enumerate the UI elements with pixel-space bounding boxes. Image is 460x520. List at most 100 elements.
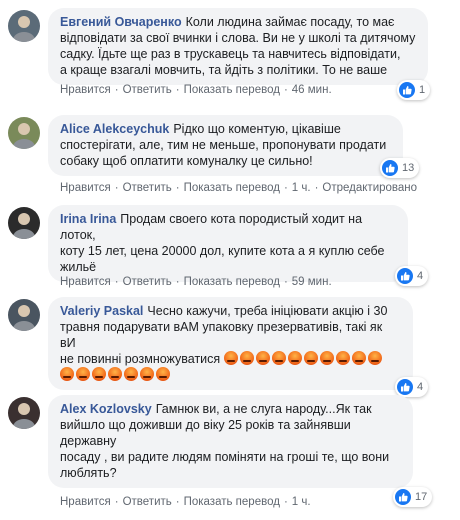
angry-face-emoji (304, 351, 319, 365)
comment-text: садку. Їдьте ще раз в трускавець та навч… (60, 47, 401, 61)
timestamp-link[interactable]: 1 ч. (292, 496, 311, 508)
separator-dot: · (283, 496, 288, 508)
separator-dot: · (114, 276, 119, 288)
angry-face-emoji (272, 351, 287, 365)
comment-text: коту 15 лет, цена 20000 дол, купите кота… (60, 244, 385, 258)
comment-text-line: відповідати за свої вчинки і слова. Ви н… (60, 30, 416, 46)
reaction-count: 1 (419, 84, 426, 96)
comment-text: Гамнюк ви, а не слуга народу...Як так (155, 402, 372, 416)
comment-text: жильё (60, 260, 97, 274)
comment-bubble: Евгений Овчаренко Коли людина займає поса… (48, 8, 428, 85)
angry-face-emoji (368, 351, 383, 365)
reply-link[interactable]: Ответить (123, 276, 172, 288)
reactions-count-badge[interactable]: 4 (395, 377, 429, 397)
comment-text-line: коту 15 лет, цена 20000 дол, купите кота… (60, 243, 396, 259)
separator-dot: · (175, 496, 180, 508)
angry-face-emoji (108, 367, 122, 381)
comment-text: відповідати за свої вчинки і слова. Ви н… (60, 31, 416, 45)
comment-text: спостерігати, але, тим не меньше, пропон… (60, 138, 387, 152)
timestamp-link[interactable]: 59 мин. (292, 276, 332, 288)
angry-face-emoji (76, 367, 90, 381)
comment-text-line: а краще взагалі мовчить, та йдіть з полі… (60, 62, 416, 78)
comment-text: не повинні розмножуватися (60, 352, 221, 366)
comment-text-line: жильё (60, 259, 396, 275)
like-link[interactable]: Нравится (60, 276, 111, 288)
angry-face-emoji (320, 351, 335, 365)
comment-actions: Нравится · Ответить · Показать перевод · 59 ми… (60, 276, 332, 288)
comment-text: собаку щоб оплатити комуналку це сильно! (60, 154, 313, 168)
angry-face-emoji (124, 367, 138, 381)
comment-text-line: собаку щоб оплатити комуналку це сильно! (60, 153, 391, 169)
comment-text-line: Alice Alekceychuk Рідко що коментую, ціка… (60, 121, 391, 137)
reply-link[interactable]: Ответить (123, 496, 172, 508)
angry-face-emoji (240, 351, 255, 365)
separator-dot: · (175, 276, 180, 288)
author-name-link[interactable]: Valeriy Paskal (60, 304, 143, 318)
emoji-group (224, 351, 384, 367)
separator-dot: · (283, 84, 288, 96)
comment-text-line: вийшло що доживши до віку 25 років та за… (60, 417, 401, 449)
avatar[interactable] (8, 299, 40, 331)
like-icon (382, 160, 398, 176)
reply-link[interactable]: Ответить (123, 182, 172, 194)
comment-bubble: Valeriy Paskal Чесно кажучи, треба ініцію… (48, 297, 413, 390)
author-name-link[interactable]: Евгений Овчаренко (60, 15, 182, 29)
reaction-count: 13 (402, 162, 415, 174)
comment-text: а краще взагалі мовчить, та йдіть з полі… (60, 63, 388, 77)
reactions-count-badge[interactable]: 4 (395, 266, 429, 286)
angry-face-emoji (224, 351, 239, 365)
like-link[interactable]: Нравится (60, 496, 111, 508)
avatar[interactable] (8, 397, 40, 429)
reply-link[interactable]: Ответить (123, 84, 172, 96)
reactions-count-badge[interactable]: 17 (393, 487, 433, 507)
reaction-count: 17 (415, 491, 428, 503)
like-icon (397, 268, 413, 284)
comment-actions: Нравится · Ответить · Показать перевод · 46 ми… (60, 84, 332, 96)
comment-text-line: садку. Їдьте ще раз в трускавець та навч… (60, 46, 416, 62)
comment-bubble: Irina Irina Продам своего кота породистый… (48, 205, 408, 282)
reaction-count: 4 (417, 381, 424, 393)
comment-bubble: Alice Alekceychuk Рідко що коментую, ціка… (48, 115, 403, 176)
avatar[interactable] (8, 10, 40, 42)
reactions-count-badge[interactable]: 1 (397, 80, 431, 100)
comment-text: вийшло що доживши до віку 25 років та за… (60, 418, 351, 448)
show-translation-link[interactable]: Показать перевод (184, 84, 280, 96)
avatar[interactable] (8, 207, 40, 239)
separator-dot: · (314, 182, 319, 194)
comment-text-line: люблять? (60, 465, 401, 481)
reactions-count-badge[interactable]: 13 (380, 158, 420, 178)
comments-feed: Евгений Овчаренко Коли людина займає поса… (0, 0, 460, 520)
comment-text-line: Alex Kozlovsky Гамнюк ви, а не слуга наро… (60, 401, 401, 417)
author-name-link[interactable]: Irina Irina (60, 212, 116, 226)
angry-face-emoji (60, 367, 74, 381)
author-name-link[interactable]: Alice Alekceychuk (60, 122, 169, 136)
comment-text-line: Евгений Овчаренко Коли людина займає поса… (60, 14, 416, 30)
comment-text: люблять? (60, 466, 117, 480)
reaction-count: 4 (417, 270, 424, 282)
author-name-link[interactable]: Alex Kozlovsky (60, 402, 152, 416)
show-translation-link[interactable]: Показать перевод (184, 182, 280, 194)
comment-text-line: травня подарувати вАМ упаковку презерват… (60, 319, 401, 351)
separator-dot: · (114, 84, 119, 96)
comment-actions: Нравится · Ответить · Показать перевод · 1 ч. (60, 496, 311, 508)
like-icon (399, 82, 415, 98)
separator-dot: · (175, 84, 180, 96)
avatar[interactable] (8, 117, 40, 149)
comment-text: Чесно кажучи, треба ініціювати акцію і 3… (147, 304, 388, 318)
show-translation-link[interactable]: Показать перевод (184, 276, 280, 288)
timestamp-link[interactable]: 46 мин. (292, 84, 332, 96)
angry-face-emoji (288, 351, 303, 365)
angry-face-emoji (140, 367, 154, 381)
edited-label[interactable]: Отредактировано (322, 182, 417, 194)
angry-face-emoji (256, 351, 271, 365)
like-icon (395, 489, 411, 505)
angry-face-emoji (336, 351, 351, 365)
like-link[interactable]: Нравится (60, 84, 111, 96)
show-translation-link[interactable]: Показать перевод (184, 496, 280, 508)
timestamp-link[interactable]: 1 ч. (292, 182, 311, 194)
comment-text: Рідко що коментую, цікавіше (173, 122, 341, 136)
comment-actions: Нравится · Ответить · Показать перевод · 1 ч. ·… (60, 182, 417, 194)
comment-text-line: Irina Irina Продам своего кота породистый… (60, 211, 396, 243)
emoji-line (60, 367, 401, 383)
like-link[interactable]: Нравится (60, 182, 111, 194)
